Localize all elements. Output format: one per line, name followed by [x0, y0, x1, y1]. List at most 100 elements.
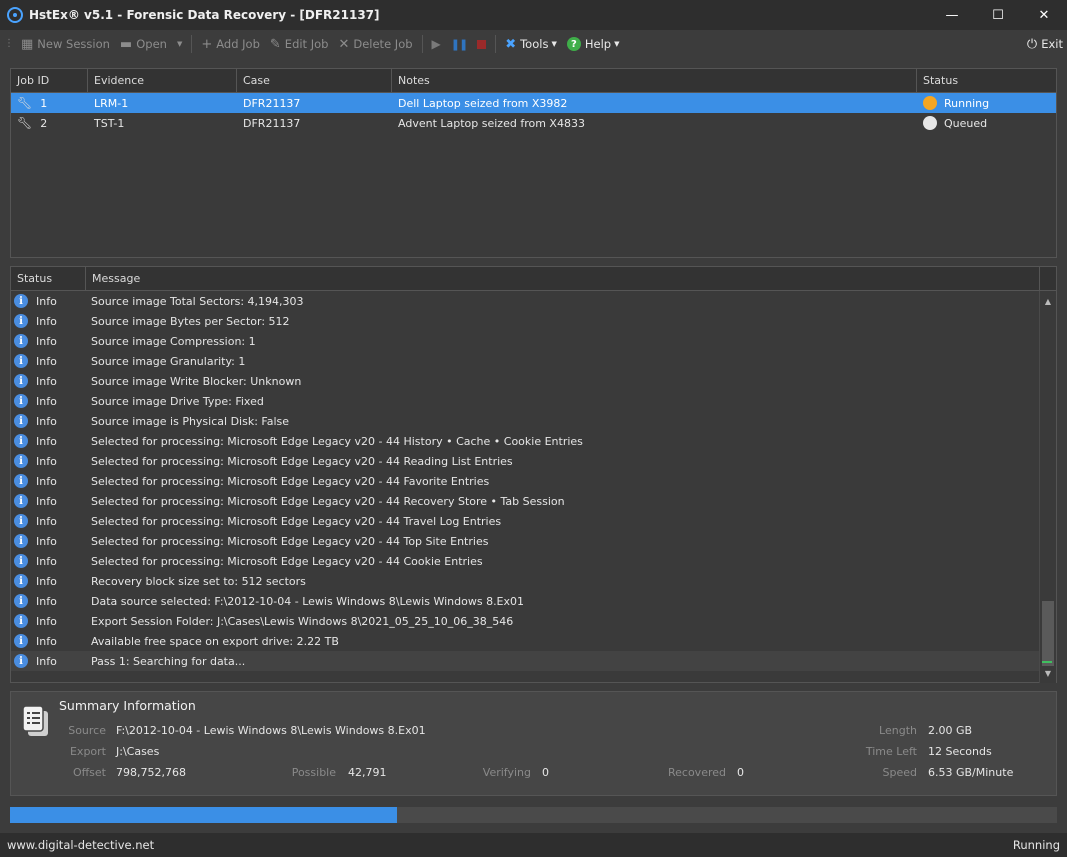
minimize-button[interactable]: —	[929, 0, 975, 30]
log-status-text: Info	[36, 334, 57, 348]
pause-button[interactable]: ❚❚	[446, 32, 472, 56]
exit-button[interactable]: ⏻ Exit	[1027, 30, 1063, 58]
toolbar-separator	[495, 35, 497, 53]
log-status-cell: i Info	[11, 634, 85, 648]
log-row[interactable]: i Info Selected for processing: Microsoft …	[11, 471, 1040, 491]
log-row[interactable]: i Info Pass 1: Searching for data...	[11, 651, 1040, 671]
log-message: Pass 1: Searching for data...	[91, 654, 246, 668]
log-row[interactable]: i Info Available free space on export driv…	[11, 631, 1040, 651]
source-value: F:\2012-10-04 - Lewis Windows 8\Lewis Wi…	[116, 724, 426, 737]
folder-icon: ▬	[119, 36, 133, 52]
table-row[interactable]: 🔧︎ 1 LRM-1 DFR21137 Dell Laptop seized f…	[11, 93, 1056, 113]
log-status-cell: i Info	[11, 514, 85, 528]
verifying-label: Verifying	[482, 766, 531, 779]
source-label: Source	[68, 724, 106, 737]
log-row[interactable]: i Info Selected for processing: Microsoft …	[11, 431, 1040, 451]
job-evidence: LRM-1	[94, 96, 129, 110]
job-id: 2	[40, 116, 48, 130]
log-row[interactable]: i Info Export Session Folder: J:\Cases\Lew…	[11, 611, 1040, 631]
log-row[interactable]: i Info Recovery block size set to: 512 sec…	[11, 571, 1040, 591]
window-controls: — ☐ ✕	[929, 0, 1067, 30]
log-row[interactable]: i Info Source image Total Sectors: 4,194,3…	[11, 291, 1040, 311]
log-status-cell: i Info	[11, 314, 85, 328]
log-status-cell: i Info	[11, 334, 85, 348]
log-status-text: Info	[36, 354, 57, 368]
chevron-down-icon[interactable]: ▼	[177, 40, 182, 48]
log-list[interactable]: i Info Source image Total Sectors: 4,194,3…	[11, 291, 1040, 683]
play-icon: ▶	[431, 37, 441, 51]
tools-menu-button[interactable]: ✖ Tools ▼	[500, 32, 562, 56]
possible-label: Possible	[291, 766, 336, 779]
log-status-text: Info	[36, 574, 57, 588]
help-icon: ?	[566, 37, 581, 51]
x-icon: ✕	[338, 36, 350, 52]
log-row[interactable]: i Info Selected for processing: Microsoft …	[11, 531, 1040, 551]
log-message: Source image Total Sectors: 4,194,303	[91, 294, 304, 308]
log-row[interactable]: i Info Selected for processing: Microsoft …	[11, 511, 1040, 531]
log-status-text: Info	[36, 414, 57, 428]
pencil-icon: ✎	[269, 36, 281, 52]
column-header-message[interactable]: Message	[86, 267, 1040, 290]
log-status-cell: i Info	[11, 614, 85, 628]
column-header-case[interactable]: Case	[237, 69, 392, 92]
column-header-log-status[interactable]: Status	[11, 267, 86, 290]
help-label: Help	[584, 37, 612, 51]
column-header-status[interactable]: Status	[917, 69, 1056, 92]
plus-icon: +	[201, 36, 213, 52]
info-icon: i	[14, 574, 28, 588]
new-session-button[interactable]: ▦ New Session	[16, 32, 115, 56]
info-icon: i	[14, 294, 28, 308]
job-id: 1	[40, 96, 48, 110]
log-status-text: Info	[36, 474, 57, 488]
log-row[interactable]: i Info Selected for processing: Microsoft …	[11, 491, 1040, 511]
scrollbar-thumb[interactable]	[1042, 601, 1054, 666]
delete-job-button[interactable]: ✕ Delete Job	[333, 32, 417, 56]
export-label: Export	[69, 745, 106, 758]
info-icon: i	[14, 634, 28, 648]
scroll-down-icon[interactable]: ▼	[1040, 665, 1056, 681]
column-header-job-id[interactable]: Job ID	[11, 69, 88, 92]
column-header-evidence[interactable]: Evidence	[88, 69, 237, 92]
log-row[interactable]: i Info Selected for processing: Microsoft …	[11, 451, 1040, 471]
tools-icon: ✖	[505, 36, 517, 52]
log-status-cell: i Info	[11, 354, 85, 368]
log-row[interactable]: i Info Source image Bytes per Sector: 512	[11, 311, 1040, 331]
summary-title: Summary Information	[59, 698, 196, 713]
toolbar-grip-icon[interactable]: ⋮	[4, 39, 14, 49]
log-row[interactable]: i Info Source image Write Blocker: Unknown	[11, 371, 1040, 391]
speed-value: 6.53 GB/Minute	[928, 766, 1014, 779]
job-evidence: TST-1	[94, 116, 125, 130]
log-message: Selected for processing: Microsoft Edge …	[91, 494, 565, 508]
log-message: Selected for processing: Microsoft Edge …	[91, 434, 583, 448]
log-message: Available free space on export drive: 2.…	[91, 634, 339, 648]
close-button[interactable]: ✕	[1021, 0, 1067, 30]
table-row[interactable]: 🔧︎ 2 TST-1 DFR21137 Advent Laptop seized…	[11, 113, 1056, 133]
maximize-button[interactable]: ☐	[975, 0, 1021, 30]
log-status-text: Info	[36, 394, 57, 408]
add-job-button[interactable]: + Add Job	[196, 32, 265, 56]
log-row[interactable]: i Info Data source selected: F:\2012-10-04…	[11, 591, 1040, 611]
open-button[interactable]: ▬ Open ▼	[115, 32, 187, 56]
stop-button[interactable]	[472, 32, 491, 56]
info-icon: i	[14, 414, 28, 428]
log-status-text: Info	[36, 314, 57, 328]
help-menu-button[interactable]: ? Help ▼	[562, 32, 625, 56]
log-row[interactable]: i Info Source image Drive Type: Fixed	[11, 391, 1040, 411]
log-row[interactable]: i Info Source image Granularity: 1	[11, 351, 1040, 371]
status-bar: www.digital-detective.net Running	[0, 833, 1067, 857]
log-scrollbar[interactable]: ▲ ▼	[1039, 291, 1056, 683]
time-left-label: Time Left	[865, 745, 917, 758]
edit-job-button[interactable]: ✎ Edit Job	[265, 32, 334, 56]
status-text: Running	[1012, 838, 1060, 852]
column-header-notes[interactable]: Notes	[392, 69, 917, 92]
new-session-icon: ▦	[21, 36, 34, 52]
log-status-text: Info	[36, 534, 57, 548]
log-row[interactable]: i Info Source image is Physical Disk: Fals…	[11, 411, 1040, 431]
log-message: Source image Bytes per Sector: 512	[91, 314, 290, 328]
website-link[interactable]: www.digital-detective.net	[7, 838, 154, 852]
stop-icon	[477, 39, 487, 49]
play-button[interactable]: ▶	[427, 32, 446, 56]
log-row[interactable]: i Info Selected for processing: Microsoft …	[11, 551, 1040, 571]
log-row[interactable]: i Info Source image Compression: 1	[11, 331, 1040, 351]
scroll-up-icon[interactable]: ▲	[1040, 293, 1056, 309]
